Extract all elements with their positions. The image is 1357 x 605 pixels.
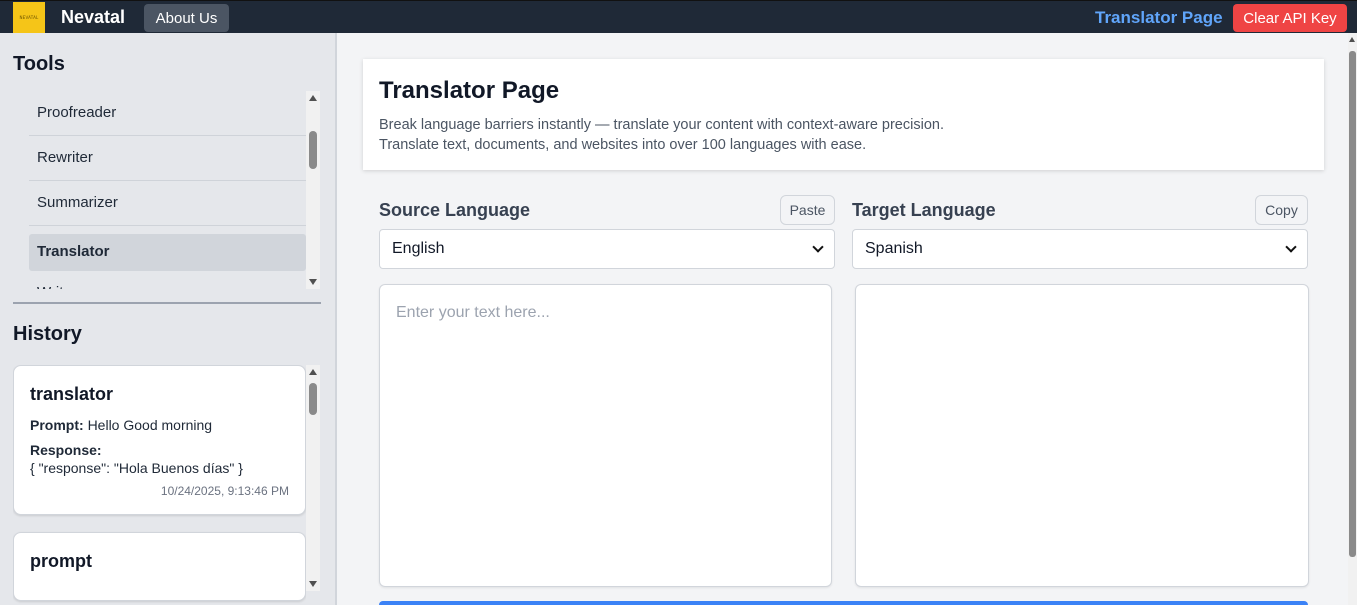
history-card[interactable]: prompt: [13, 532, 306, 601]
scroll-down-icon[interactable]: [309, 279, 317, 285]
prompt-text: Hello Good morning: [87, 417, 213, 433]
copy-button[interactable]: Copy: [1255, 195, 1308, 225]
tools-list: Proofreader Rewriter Summarizer Translat…: [29, 91, 306, 289]
sidebar-item-translator[interactable]: Translator: [29, 234, 306, 271]
target-language-label: Target Language: [852, 200, 996, 220]
source-language-select[interactable]: English: [379, 229, 835, 269]
paste-button[interactable]: Paste: [780, 195, 835, 225]
prompt-label: Prompt:: [30, 417, 84, 433]
tools-heading: Tools: [13, 53, 65, 75]
scroll-down-icon[interactable]: [309, 581, 317, 587]
page-header-card: Translator Page Break language barriers …: [363, 59, 1324, 170]
source-text-input[interactable]: Enter your text here...: [379, 284, 832, 587]
input-placeholder: Enter your text here...: [396, 304, 550, 321]
response-label-row: Response:: [30, 442, 289, 458]
scroll-up-icon[interactable]: [1349, 37, 1355, 42]
scroll-up-icon[interactable]: [309, 369, 317, 375]
scroll-thumb[interactable]: [1349, 51, 1356, 557]
history-scrollbar[interactable]: [306, 365, 320, 591]
history-prompt: Prompt: Hello Good morning: [30, 417, 289, 433]
page-description-1: Break language barriers instantly — tran…: [379, 117, 944, 133]
page-description-2: Translate text, documents, and websites …: [379, 137, 867, 153]
sidebar: Tools Proofreader Rewriter Summarizer Tr…: [0, 33, 337, 605]
response-label: Response:: [30, 442, 102, 458]
translated-text-output[interactable]: [855, 284, 1309, 587]
sidebar-item-writer[interactable]: Writer: [29, 271, 306, 289]
logo-text: NEVATAL: [19, 15, 39, 20]
translate-button[interactable]: [379, 601, 1308, 605]
history-timestamp: 10/24/2025, 9:13:46 PM: [160, 484, 289, 498]
sidebar-item-summarizer[interactable]: Summarizer: [29, 181, 306, 226]
response-text: { "response": "Hola Buenos días" }: [30, 460, 243, 476]
history-list: translator Prompt: Hello Good morning Re…: [13, 365, 306, 605]
scroll-up-icon[interactable]: [309, 95, 317, 101]
brand-logo[interactable]: NEVATAL: [13, 2, 45, 33]
chevron-down-icon: [812, 241, 824, 253]
history-card[interactable]: translator Prompt: Hello Good morning Re…: [13, 365, 306, 515]
clear-api-key-button[interactable]: Clear API Key: [1233, 4, 1347, 32]
sidebar-item-rewriter[interactable]: Rewriter: [29, 136, 306, 181]
target-language-select[interactable]: Spanish: [852, 229, 1308, 269]
top-navbar: NEVATAL Nevatal About Us Translator Page…: [0, 0, 1357, 33]
sidebar-item-proofreader[interactable]: Proofreader: [29, 91, 306, 136]
page-scrollbar[interactable]: [1348, 33, 1357, 605]
source-language-value: English: [392, 240, 445, 257]
brand-name[interactable]: Nevatal: [61, 7, 125, 28]
about-us-button[interactable]: About Us: [144, 4, 229, 32]
scroll-thumb[interactable]: [309, 383, 317, 415]
history-card-title: translator: [30, 384, 114, 404]
chevron-down-icon: [1285, 241, 1297, 253]
page-title: Translator Page: [379, 77, 560, 104]
tools-scrollbar[interactable]: [306, 91, 320, 289]
target-language-value: Spanish: [865, 240, 923, 257]
scroll-thumb[interactable]: [309, 131, 317, 169]
history-heading: History: [13, 323, 82, 345]
current-page-link[interactable]: Translator Page: [1095, 8, 1223, 28]
sidebar-divider: [13, 302, 321, 304]
source-language-label: Source Language: [379, 200, 531, 220]
history-card-title: prompt: [30, 551, 92, 571]
